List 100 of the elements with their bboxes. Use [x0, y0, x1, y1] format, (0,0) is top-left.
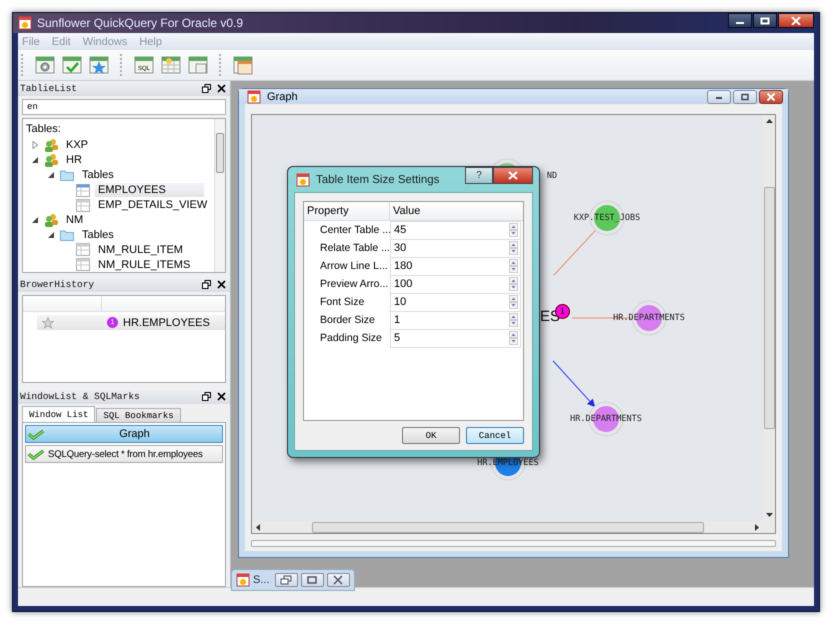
scroll-down-icon[interactable]: [766, 513, 773, 517]
spin-arrows-icon[interactable]: [509, 331, 518, 345]
help-button[interactable]: ?: [465, 167, 493, 184]
close-icon: [332, 575, 344, 585]
window-title: Graph: [267, 90, 298, 102]
history-entry: HR.EMPLOYEES: [123, 316, 210, 328]
spin-arrows-icon[interactable]: [509, 313, 518, 327]
column-header: Property: [304, 202, 390, 220]
property-name: Center Table ...: [319, 224, 390, 236]
column-header: Value: [392, 205, 420, 217]
search-field[interactable]: en: [22, 99, 226, 115]
tree-item[interactable]: NM_RULE_ITEMS: [95, 258, 194, 272]
window-title: S...: [253, 574, 270, 586]
minimize-button[interactable]: [707, 90, 731, 104]
close-icon: [507, 171, 519, 180]
property-name: Relate Table ...: [319, 242, 390, 254]
tree-item[interactable]: NM: [63, 212, 86, 227]
restore-button[interactable]: [274, 573, 298, 587]
spin-arrows-icon[interactable]: [509, 259, 518, 273]
window-list-item[interactable]: Graph: [25, 425, 223, 443]
property-name: Arrow Line L...: [319, 260, 389, 272]
number-spinbox[interactable]: 45: [390, 220, 521, 240]
property-name: Font Size: [319, 296, 366, 308]
close-icon: [791, 16, 801, 24]
close-icon[interactable]: [217, 84, 226, 93]
users-icon: [44, 138, 58, 152]
spin-arrows-icon[interactable]: [509, 241, 518, 255]
tree-heading: Tables:: [25, 122, 62, 137]
close-button[interactable]: [326, 573, 350, 587]
app-icon: [18, 16, 32, 30]
tree-item[interactable]: NM_RULE_ITEM: [95, 242, 186, 257]
maximize-button[interactable]: [753, 13, 777, 28]
app-icon: [247, 90, 261, 104]
close-icon: [766, 92, 776, 100]
float-icon[interactable]: [202, 280, 211, 289]
star-icon[interactable]: [42, 316, 54, 328]
tree-item[interactable]: EMP_DETAILS_VIEW: [95, 198, 210, 212]
cancel-button[interactable]: Cancel: [466, 427, 524, 444]
tree-item[interactable]: EMPLOYEES: [95, 183, 204, 198]
number-spinbox[interactable]: 1: [390, 310, 521, 330]
users-icon: [44, 153, 58, 168]
tab[interactable]: SQL Bookmarks: [96, 408, 181, 422]
table-icon: [76, 184, 90, 197]
folder-icon: [60, 169, 74, 182]
property-name: Padding Size: [319, 332, 383, 344]
ok-button[interactable]: OK: [402, 427, 460, 444]
close-icon[interactable]: [217, 392, 226, 401]
check-icon: [27, 428, 45, 440]
close-icon[interactable]: [217, 280, 226, 289]
horizontal-scrollbar[interactable]: [252, 521, 775, 533]
number-spinbox[interactable]: 10: [390, 292, 521, 312]
table-icon: [76, 243, 90, 256]
spin-arrows-icon[interactable]: [509, 223, 518, 237]
folder-icon: [60, 228, 74, 241]
spin-arrows-icon[interactable]: [509, 277, 518, 291]
check-icon: [27, 448, 45, 460]
dialog-title: Table Item Size Settings: [316, 174, 440, 186]
vertical-scrollbar[interactable]: [763, 115, 775, 521]
property-name: Preview Arro...: [319, 278, 390, 290]
scroll-right-icon[interactable]: [755, 524, 759, 530]
spin-arrows-icon[interactable]: [509, 295, 518, 309]
scroll-up-icon[interactable]: [766, 119, 773, 123]
tree-item[interactable]: Tables: [79, 228, 117, 242]
close-button[interactable]: [759, 90, 783, 104]
close-button[interactable]: [778, 13, 814, 28]
maximize-button[interactable]: [300, 573, 324, 587]
panel-title: BrowerHistory: [20, 279, 94, 290]
tree-item[interactable]: Tables: [79, 168, 117, 182]
property-name: Border Size: [319, 314, 376, 326]
minimize-button[interactable]: [728, 13, 752, 28]
tree-item[interactable]: HR: [63, 153, 85, 168]
app-icon: [296, 172, 310, 186]
maximize-icon: [740, 92, 750, 100]
restore-icon: [280, 575, 292, 585]
relation-line: [553, 230, 596, 276]
node-label: ND: [546, 171, 558, 181]
scroll-left-icon[interactable]: [256, 524, 260, 530]
table-icon: [76, 198, 90, 212]
tree-item[interactable]: KXP: [63, 138, 92, 152]
node-label: HR.DEPARTMENTS: [570, 414, 642, 424]
tab[interactable]: Window List: [22, 406, 96, 422]
number-spinbox[interactable]: 5: [390, 328, 521, 348]
scrollbar[interactable]: [214, 119, 225, 272]
maximize-button[interactable]: [733, 90, 757, 104]
number-spinbox[interactable]: 100: [390, 274, 521, 294]
window-list-item[interactable]: SQLQuery-select * from hr.employees: [25, 445, 223, 463]
minimized-window[interactable]: S...: [231, 569, 355, 591]
node-label: HR.DEPARTMENTS: [613, 313, 685, 323]
maximize-icon: [306, 575, 318, 585]
float-icon[interactable]: [202, 84, 211, 93]
number-spinbox[interactable]: 30: [390, 238, 521, 258]
app-icon: [236, 573, 250, 587]
panel-title: TablieList: [20, 83, 78, 94]
maximize-icon: [760, 16, 770, 24]
number-spinbox[interactable]: 180: [390, 256, 521, 276]
expand-arrow-icon[interactable]: [31, 141, 39, 150]
users-icon: [44, 212, 58, 227]
float-icon[interactable]: [202, 392, 211, 401]
arrow-line: [552, 360, 596, 408]
close-button[interactable]: [493, 167, 533, 184]
